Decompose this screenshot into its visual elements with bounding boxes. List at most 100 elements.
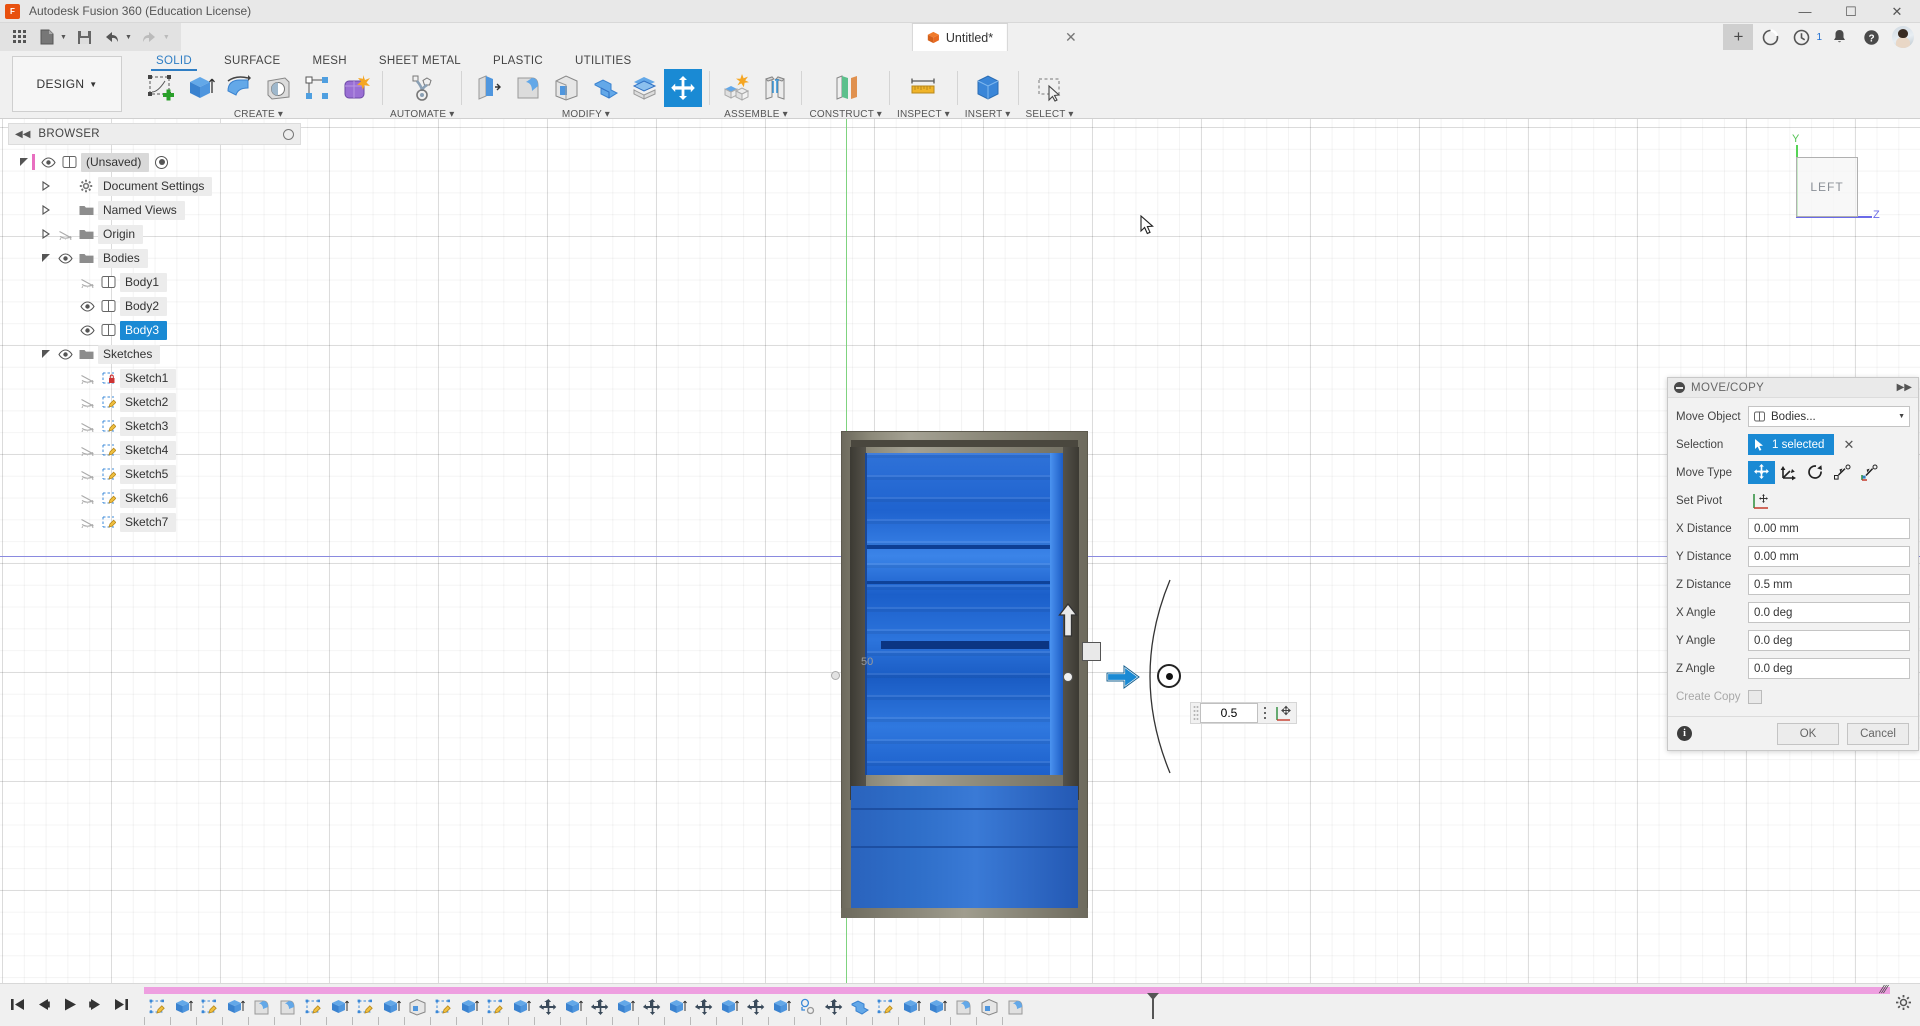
- browser-options-icon[interactable]: [283, 129, 294, 140]
- move-type-point-to-point[interactable]: [1829, 461, 1856, 484]
- timeline-feature-move[interactable]: [690, 995, 716, 1019]
- y-distance-input[interactable]: 0.00 mm: [1748, 546, 1910, 567]
- minimize-button[interactable]: —: [1782, 0, 1828, 23]
- close-button[interactable]: ✕: [1874, 0, 1920, 23]
- browser-item-document-settings[interactable]: Document Settings: [8, 174, 301, 198]
- visibility-off-icon[interactable]: [76, 277, 98, 288]
- save-icon[interactable]: [73, 26, 97, 48]
- move-arrow-up-handle[interactable]: [1058, 603, 1078, 637]
- measure-icon[interactable]: [904, 69, 942, 107]
- timeline-feature-sketch[interactable]: [482, 995, 508, 1019]
- create-sketch-icon[interactable]: [142, 69, 180, 107]
- move-type-translate[interactable]: [1775, 461, 1802, 484]
- browser-item-sketch7[interactable]: Sketch7: [8, 510, 301, 534]
- timeline-feature-fillet[interactable]: [950, 995, 976, 1019]
- redo-caret-icon[interactable]: ▼: [163, 34, 173, 41]
- create-form-icon[interactable]: [337, 69, 375, 107]
- undo-caret-icon[interactable]: ▼: [125, 34, 135, 41]
- timeline-feature-extrude[interactable]: [508, 995, 534, 1019]
- timeline-feature-shell[interactable]: [976, 995, 1002, 1019]
- dialog-collapse-icon[interactable]: [1674, 382, 1685, 393]
- inline-set-pivot-icon[interactable]: [1272, 702, 1296, 724]
- inline-more-options-icon[interactable]: [1258, 702, 1272, 724]
- document-tab-close-icon[interactable]: ✕: [1065, 29, 1077, 46]
- workspace-switcher[interactable]: DESIGN ▼: [12, 56, 122, 112]
- ok-button[interactable]: OK: [1777, 723, 1839, 745]
- visibility-on-icon[interactable]: [54, 253, 76, 264]
- undo-icon[interactable]: [100, 26, 124, 48]
- select-icon[interactable]: [1031, 69, 1069, 107]
- visibility-off-icon[interactable]: [76, 397, 98, 408]
- selection-clear-icon[interactable]: ✕: [1843, 437, 1854, 453]
- z-distance-input[interactable]: 0.5 mm: [1748, 574, 1910, 595]
- document-tab[interactable]: Untitled*: [912, 23, 1008, 51]
- visibility-off-icon[interactable]: [54, 229, 76, 240]
- timeline-feature-move[interactable]: [820, 995, 846, 1019]
- timeline-feature-fillet[interactable]: [274, 995, 300, 1019]
- visibility-on-icon[interactable]: [76, 301, 98, 312]
- timeline-feature-move[interactable]: [534, 995, 560, 1019]
- notifications-bell-icon[interactable]: [1824, 24, 1854, 50]
- browser-item-unsaved[interactable]: (Unsaved): [8, 150, 301, 174]
- browser-item-body2[interactable]: Body2: [8, 294, 301, 318]
- timeline-marker[interactable]: [1146, 992, 1160, 1020]
- step-back-icon[interactable]: [32, 993, 54, 1017]
- browser-item-body1[interactable]: Body1: [8, 270, 301, 294]
- timeline-feature-extrude[interactable]: [716, 995, 742, 1019]
- timeline-feature-extrude[interactable]: [378, 995, 404, 1019]
- browser-item-sketch6[interactable]: Sketch6: [8, 486, 301, 510]
- cancel-button[interactable]: Cancel: [1847, 723, 1909, 745]
- offset-plane-icon[interactable]: [827, 69, 865, 107]
- new-component-icon[interactable]: [717, 69, 755, 107]
- timeline-progress-bar[interactable]: [144, 987, 1890, 994]
- help-icon[interactable]: ?: [1856, 24, 1886, 50]
- drag-grip-icon[interactable]: [1191, 702, 1200, 724]
- timeline-feature-fillet[interactable]: [248, 995, 274, 1019]
- visibility-off-icon[interactable]: [76, 373, 98, 384]
- fillet-icon[interactable]: [508, 69, 546, 107]
- model-selected-body[interactable]: [865, 453, 1063, 775]
- timeline-feature-extrude[interactable]: [222, 995, 248, 1019]
- timeline-feature-move[interactable]: [586, 995, 612, 1019]
- activate-component-radio[interactable]: [155, 156, 168, 169]
- info-icon[interactable]: i: [1677, 726, 1692, 741]
- timeline-feature-extrude[interactable]: [924, 995, 950, 1019]
- timeline-feature-sketch[interactable]: [872, 995, 898, 1019]
- visibility-on-icon[interactable]: [76, 325, 98, 336]
- timeline-feature-extrude[interactable]: [326, 995, 352, 1019]
- timeline-feature-extrude[interactable]: [898, 995, 924, 1019]
- timeline-feature-combine[interactable]: [846, 995, 872, 1019]
- visibility-on-icon[interactable]: [54, 349, 76, 360]
- move-plane-handle[interactable]: [1082, 642, 1101, 661]
- visibility-off-icon[interactable]: [76, 493, 98, 504]
- timeline-feature-shell[interactable]: [404, 995, 430, 1019]
- inline-distance-input[interactable]: [1200, 703, 1258, 723]
- browser-item-sketch2[interactable]: Sketch2: [8, 390, 301, 414]
- timeline-feature-sketch[interactable]: [430, 995, 456, 1019]
- browser-item-sketches[interactable]: Sketches: [8, 342, 301, 366]
- chevron-down-icon[interactable]: [16, 157, 32, 167]
- browser-item-body3[interactable]: Body3: [8, 318, 301, 342]
- z-angle-input[interactable]: 0.0 deg: [1748, 658, 1910, 679]
- timeline-feature-extrude[interactable]: [768, 995, 794, 1019]
- viewcube-face-left[interactable]: LEFT: [1796, 157, 1858, 217]
- model-body[interactable]: [841, 431, 1088, 918]
- create-copy-checkbox[interactable]: [1748, 690, 1762, 704]
- timeline-feature-hole[interactable]: [794, 995, 820, 1019]
- y-angle-input[interactable]: 0.0 deg: [1748, 630, 1910, 651]
- revolve-icon[interactable]: [220, 69, 258, 107]
- chevron-right-icon[interactable]: [38, 229, 54, 239]
- insert-derive-icon[interactable]: [969, 69, 1007, 107]
- maximize-button[interactable]: ☐: [1828, 0, 1874, 23]
- chevron-right-icon[interactable]: [38, 205, 54, 215]
- timeline-feature-extrude[interactable]: [612, 995, 638, 1019]
- chevron-down-icon[interactable]: ▼: [1898, 413, 1905, 420]
- browser-item-sketch1[interactable]: Sketch1: [8, 366, 301, 390]
- redo-icon[interactable]: [138, 26, 162, 48]
- move-type-rotate[interactable]: [1802, 461, 1829, 484]
- move-copy-icon[interactable]: [664, 69, 702, 107]
- combine-icon[interactable]: [586, 69, 624, 107]
- timeline-settings-gear-icon[interactable]: [1895, 994, 1912, 1014]
- new-document-caret-icon[interactable]: ▼: [60, 34, 70, 41]
- visibility-off-icon[interactable]: [76, 445, 98, 456]
